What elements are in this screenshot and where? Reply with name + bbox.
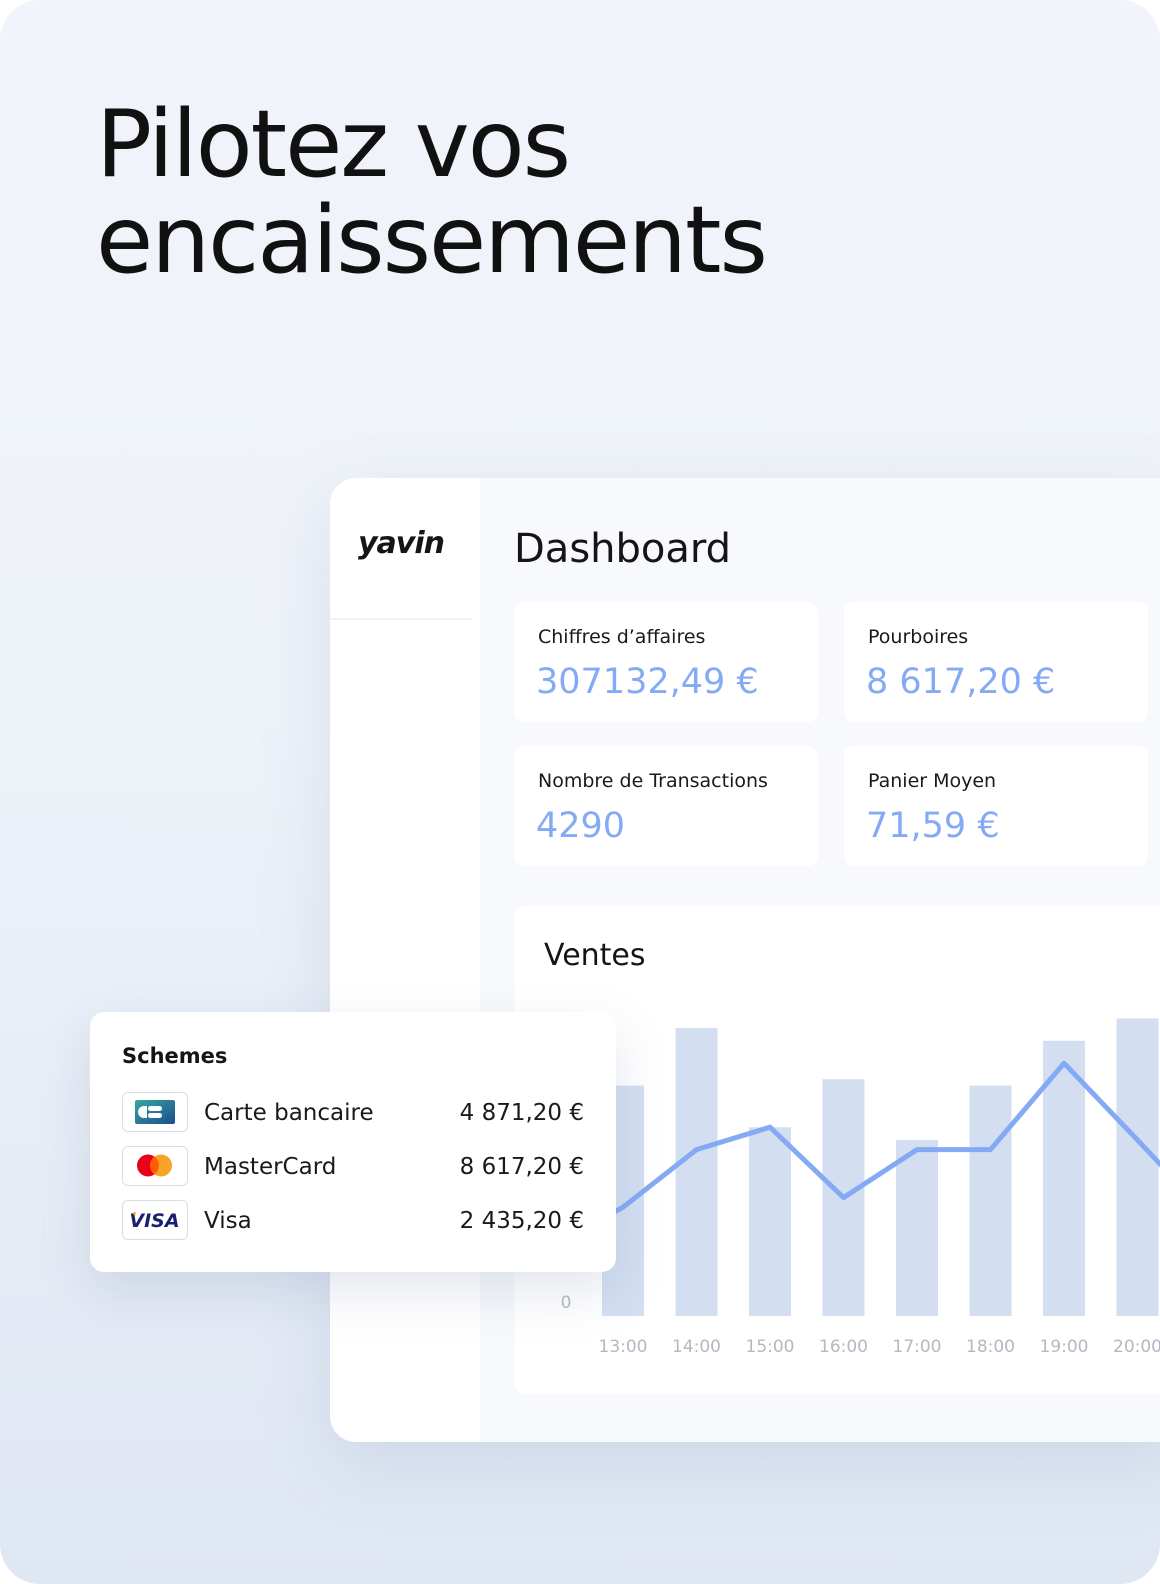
x-axis-tick-label: 19:00 xyxy=(1040,1337,1089,1357)
chart-bar xyxy=(1116,1018,1159,1316)
scheme-row-mastercard[interactable]: MasterCard 8 617,20 € xyxy=(122,1146,584,1188)
scheme-amount: 8 617,20 € xyxy=(459,1154,584,1180)
headline-line-2: encaissements xyxy=(96,186,768,294)
x-axis-tick-label: 16:00 xyxy=(819,1337,868,1357)
y-axis-tick-label: 0 xyxy=(561,1293,572,1313)
x-axis-tick-label: 17:00 xyxy=(893,1337,942,1357)
scheme-name: Visa xyxy=(204,1208,252,1234)
stat-card-transactions: Nombre de Transactions 4290 xyxy=(514,746,818,866)
visa-icon: VISA xyxy=(122,1200,188,1240)
page-title: Dashboard xyxy=(514,526,732,572)
dashboard-window: yavin Dashboard Chiffres d’affaires 3071… xyxy=(330,478,1160,1442)
headline: Pilotez vos encaissements xyxy=(96,90,768,294)
stat-card-tips: Pourboires 8 617,20 € xyxy=(844,602,1148,722)
stat-value: 307132,49 € xyxy=(536,662,759,702)
scheme-row-cb[interactable]: Carte bancaire 4 871,20 € xyxy=(122,1092,584,1134)
sidebar-divider xyxy=(330,618,472,620)
scheme-row-visa[interactable]: VISA Visa 2 435,20 € xyxy=(122,1200,584,1242)
chart-bar xyxy=(969,1085,1012,1316)
svg-text:VISA: VISA xyxy=(129,1210,179,1232)
yavin-logo[interactable]: yavin xyxy=(358,526,445,561)
x-axis-tick-label: 14:00 xyxy=(672,1337,721,1357)
x-axis-tick-label: 15:00 xyxy=(746,1337,795,1357)
chart-bar xyxy=(896,1140,938,1316)
chart-bar xyxy=(749,1127,791,1316)
x-axis-tick-label: 20:00 xyxy=(1113,1337,1160,1357)
scheme-name: Carte bancaire xyxy=(204,1100,374,1126)
scheme-name: MasterCard xyxy=(204,1154,337,1180)
stat-card-average-basket: Panier Moyen 71,59 € xyxy=(844,746,1148,866)
stat-value: 4290 xyxy=(536,806,626,846)
stat-value: 8 617,20 € xyxy=(866,662,1056,702)
schemes-title: Schemes xyxy=(122,1044,228,1068)
cb-card-icon xyxy=(122,1092,188,1132)
sidebar: yavin xyxy=(330,478,480,1442)
x-axis-tick-label: 13:00 xyxy=(599,1337,648,1357)
stat-label: Panier Moyen xyxy=(868,770,997,792)
stat-label: Chiffres d’affaires xyxy=(538,626,706,648)
scheme-amount: 4 871,20 € xyxy=(459,1100,584,1126)
stat-value: 71,59 € xyxy=(866,806,1000,846)
x-axis-tick-label: 18:00 xyxy=(966,1337,1015,1357)
stat-card-revenue: Chiffres d’affaires 307132,49 € xyxy=(514,602,818,722)
chart-bar xyxy=(675,1028,718,1316)
headline-line-1: Pilotez vos xyxy=(96,90,571,198)
stat-label: Nombre de Transactions xyxy=(538,770,768,792)
stat-label: Pourboires xyxy=(868,626,969,648)
schemes-card: Schemes Carte bancaire 4 871,20 € Master… xyxy=(90,1012,616,1272)
mastercard-icon xyxy=(122,1146,188,1186)
scheme-amount: 2 435,20 € xyxy=(459,1208,584,1234)
promo-page: Pilotez vos encaissements yavin Dashboar… xyxy=(0,0,1160,1584)
